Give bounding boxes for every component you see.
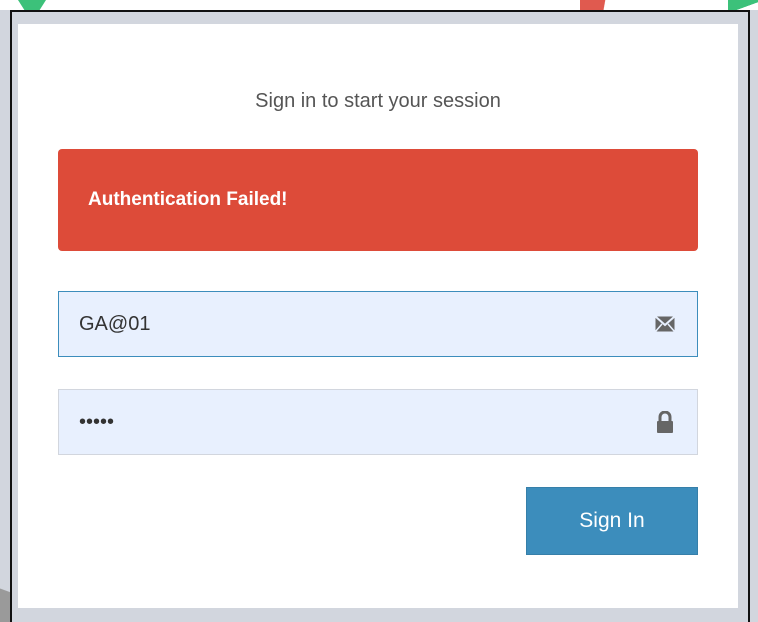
username-input[interactable]	[58, 291, 698, 357]
form-actions: Sign In	[58, 487, 698, 555]
password-field-group	[58, 389, 698, 455]
alert-text: Authentication Failed!	[88, 189, 288, 210]
password-input[interactable]	[58, 389, 698, 455]
sign-in-button[interactable]: Sign In	[526, 487, 698, 555]
login-form: Sign In	[58, 291, 698, 555]
username-field-group	[58, 291, 698, 357]
envelope-icon	[654, 313, 676, 335]
login-box: Sign in to start your session Authentica…	[18, 24, 738, 608]
lock-icon	[654, 411, 676, 433]
error-alert: Authentication Failed!	[58, 149, 698, 251]
login-message: Sign in to start your session	[255, 90, 501, 112]
background-strip	[0, 0, 758, 10]
